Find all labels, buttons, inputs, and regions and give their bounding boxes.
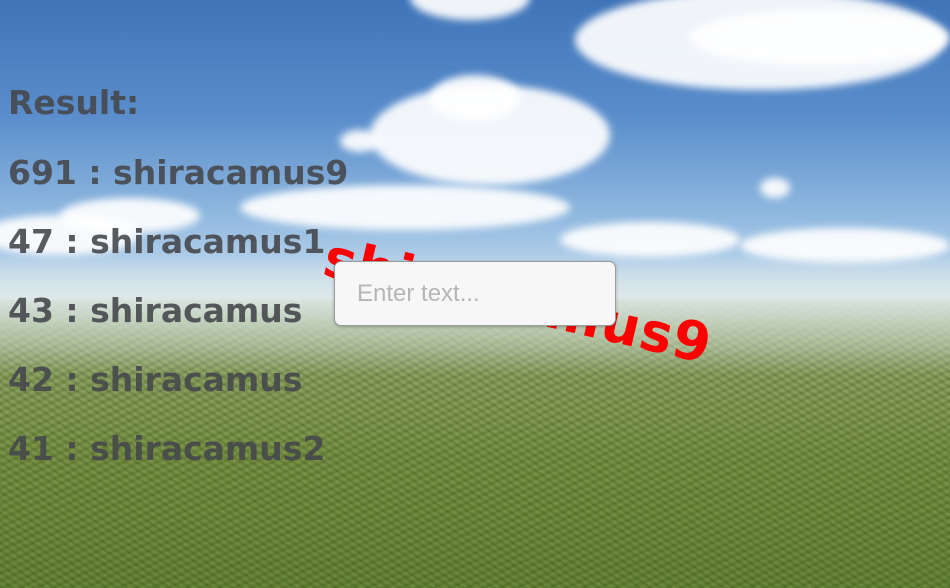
cloud — [430, 75, 520, 120]
result-row: 691 : shiracamus9 — [8, 153, 349, 192]
cloud — [560, 222, 740, 257]
result-row: 42 : shiracamus — [8, 360, 303, 399]
result-row: 47 : shiracamus1 — [8, 222, 326, 261]
cloud — [690, 10, 950, 65]
result-row: 43 : shiracamus — [8, 291, 303, 330]
game-viewport[interactable]: shiracamus9 Result: 691 : shiracamus9 47… — [0, 0, 950, 588]
result-row: 41 : shiracamus2 — [8, 429, 326, 468]
cloud — [340, 130, 380, 152]
cloud — [760, 178, 790, 198]
result-heading: Result: — [8, 83, 140, 122]
name-text-input[interactable] — [334, 261, 616, 326]
cloud — [410, 0, 530, 20]
